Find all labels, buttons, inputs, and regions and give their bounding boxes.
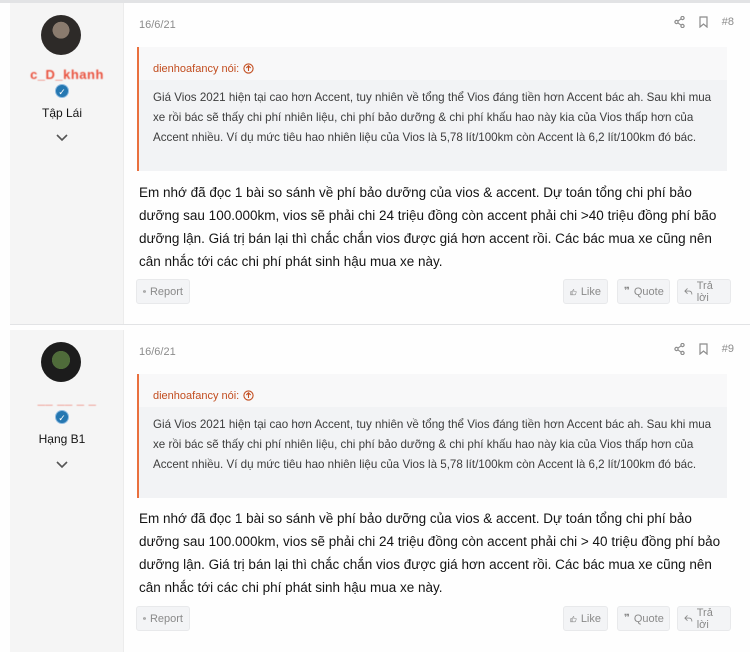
report-button[interactable]: Report: [136, 279, 190, 304]
reply-button[interactable]: Trả lời: [677, 606, 731, 631]
quote-author[interactable]: dienhoafancy nói:: [153, 63, 239, 75]
quote-button[interactable]: ❞ Quote: [617, 279, 670, 304]
quote-label: Quote: [633, 285, 664, 298]
quote-text: Giá Vios 2021 hiện tại cao hơn Accent, t…: [153, 91, 712, 144]
report-label: Report: [149, 612, 183, 625]
quote-text: Giá Vios 2021 hiện tại cao hơn Accent, t…: [153, 418, 712, 471]
reply-label: Trả lời: [696, 606, 713, 631]
bookmark-icon[interactable]: [699, 343, 708, 355]
report-button[interactable]: Report: [136, 606, 190, 631]
quote-button[interactable]: ❞ Quote: [617, 606, 670, 631]
quote-block: dienhoafancy nói: Giá Vios 2021 hiện tại…: [137, 374, 727, 498]
user-sidebar: c_D_khanh ✓ Tập Lái: [10, 3, 124, 324]
info-circle-icon: [143, 290, 146, 293]
post-actions-top: #8: [674, 16, 734, 28]
share-icon[interactable]: [674, 16, 685, 28]
post-item: __ __ _ _ ✓ Hạng B1 16/6/21 #9 dienhoafa…: [10, 330, 750, 652]
arrow-up-circle-icon[interactable]: [243, 63, 254, 74]
post-actions-top: #9: [674, 343, 734, 355]
like-button[interactable]: Like: [563, 279, 608, 304]
reply-icon: [684, 288, 693, 295]
chevron-down-icon[interactable]: [55, 460, 69, 470]
thumbs-up-icon: [570, 615, 577, 622]
post-number[interactable]: #8: [722, 16, 734, 28]
post-message: Em nhớ đã đọc 1 bài so sánh về phí bảo d…: [139, 185, 717, 269]
quote-label: Quote: [633, 612, 664, 625]
avatar[interactable]: [41, 342, 81, 382]
reply-icon: [684, 615, 693, 622]
verified-badge-icon: ✓: [55, 84, 69, 98]
post-item: c_D_khanh ✓ Tập Lái 16/6/21 #8 dienhoafa…: [10, 3, 750, 324]
report-label: Report: [149, 285, 183, 298]
username[interactable]: c_D_khanh: [10, 67, 124, 82]
quote-icon: ❞: [624, 613, 630, 624]
post-date[interactable]: 16/6/21: [139, 19, 176, 31]
post-message: Em nhớ đã đọc 1 bài so sánh về phí bảo d…: [139, 511, 721, 595]
user-title: Tập Lái: [41, 106, 83, 120]
chevron-down-icon[interactable]: [55, 133, 69, 143]
post-date[interactable]: 16/6/21: [139, 346, 176, 358]
user-sidebar: __ __ _ _ ✓ Hạng B1: [10, 330, 124, 652]
info-circle-icon: [143, 617, 146, 620]
quote-header[interactable]: dienhoafancy nói:: [139, 47, 727, 80]
reply-button[interactable]: Trả lời: [677, 279, 731, 304]
thumbs-up-icon: [570, 288, 577, 295]
like-button[interactable]: Like: [563, 606, 608, 631]
user-title: Hạng B1: [38, 432, 86, 446]
share-icon[interactable]: [674, 343, 685, 355]
quote-block: dienhoafancy nói: Giá Vios 2021 hiện tại…: [137, 47, 727, 171]
reply-label: Trả lời: [696, 279, 713, 304]
like-label: Like: [580, 285, 601, 298]
avatar[interactable]: [41, 15, 81, 55]
like-label: Like: [580, 612, 601, 625]
bookmark-icon[interactable]: [699, 16, 708, 28]
quote-author[interactable]: dienhoafancy nói:: [153, 390, 239, 402]
verified-badge-icon: ✓: [55, 410, 69, 424]
quote-icon: ❞: [624, 286, 630, 297]
username[interactable]: __ __ _ _: [10, 392, 124, 407]
arrow-up-circle-icon[interactable]: [243, 390, 254, 401]
post-number[interactable]: #9: [722, 343, 734, 355]
quote-header[interactable]: dienhoafancy nói:: [139, 374, 727, 407]
